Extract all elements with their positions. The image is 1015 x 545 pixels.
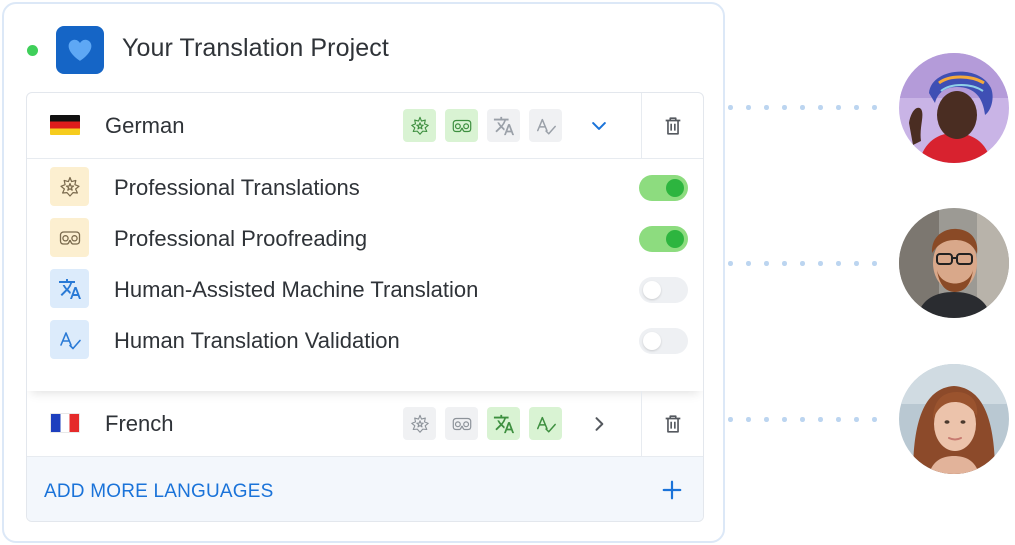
service-summary-icons: [403, 109, 562, 142]
language-row-german[interactable]: German: [27, 93, 703, 159]
toggle-professional-proofreading[interactable]: [639, 226, 688, 252]
language-name: German: [105, 113, 185, 138]
card-header: Your Translation Project: [4, 4, 723, 92]
service-item-professional-proofreading: Professional Proofreading: [27, 214, 703, 265]
divider: [641, 391, 642, 456]
service-options: Professional Translations Professional P…: [27, 159, 703, 391]
glasses-icon: [445, 109, 478, 142]
translation-project-card: Your Translation Project German Professi…: [2, 2, 725, 543]
service-label: Professional Proofreading: [114, 226, 368, 251]
translate-icon: [487, 109, 520, 142]
trash-icon: [662, 115, 684, 137]
flag-france: [50, 413, 80, 433]
flag-germany: [50, 115, 80, 135]
sparkle-star-icon: [403, 109, 436, 142]
add-languages-label: ADD MORE LANGUAGES: [44, 481, 274, 502]
toggle-professional-translations[interactable]: [639, 175, 688, 201]
translate-icon: [50, 269, 89, 308]
translator-avatar-3: [899, 364, 1009, 474]
service-item-professional-translations: Professional Translations: [27, 163, 703, 214]
toggle-translation-validation[interactable]: [639, 328, 688, 354]
chevron-down-icon: [592, 122, 606, 130]
app-logo: [56, 26, 104, 74]
chevron-right-icon: [595, 417, 604, 431]
service-label: Human-Assisted Machine Translation: [114, 277, 479, 302]
service-label: Human Translation Validation: [114, 328, 400, 353]
service-item-machine-translation: Human-Assisted Machine Translation: [27, 265, 703, 316]
spellcheck-icon: [50, 320, 89, 359]
spellcheck-icon: [529, 407, 562, 440]
heart-icon: [68, 39, 92, 61]
language-row-french[interactable]: French: [27, 391, 703, 457]
add-languages-button[interactable]: ADD MORE LANGUAGES: [27, 457, 703, 521]
connector-dots: [728, 261, 877, 267]
language-name: French: [105, 411, 174, 436]
translator-avatar-2: [899, 208, 1009, 318]
plus-icon: [659, 477, 685, 503]
delete-language-button[interactable]: [657, 408, 689, 440]
service-label: Professional Translations: [114, 175, 360, 200]
translate-icon: [487, 407, 520, 440]
connector-dots: [728, 417, 877, 423]
collapse-button[interactable]: [583, 110, 615, 142]
sparkle-star-icon: [50, 167, 89, 206]
service-item-translation-validation: Human Translation Validation: [27, 316, 703, 367]
translator-avatar-1: [899, 53, 1009, 163]
status-indicator: [27, 45, 38, 56]
service-summary-icons: [403, 407, 562, 440]
connector-dots: [728, 105, 877, 111]
sparkle-star-icon: [403, 407, 436, 440]
toggle-machine-translation[interactable]: [639, 277, 688, 303]
trash-icon: [662, 413, 684, 435]
spellcheck-icon: [529, 109, 562, 142]
page-title: Your Translation Project: [122, 34, 389, 62]
divider: [641, 93, 642, 158]
glasses-icon: [50, 218, 89, 257]
delete-language-button[interactable]: [657, 110, 689, 142]
glasses-icon: [445, 407, 478, 440]
expand-button[interactable]: [583, 408, 615, 440]
language-list: German Professional Translations Profess…: [26, 92, 704, 522]
